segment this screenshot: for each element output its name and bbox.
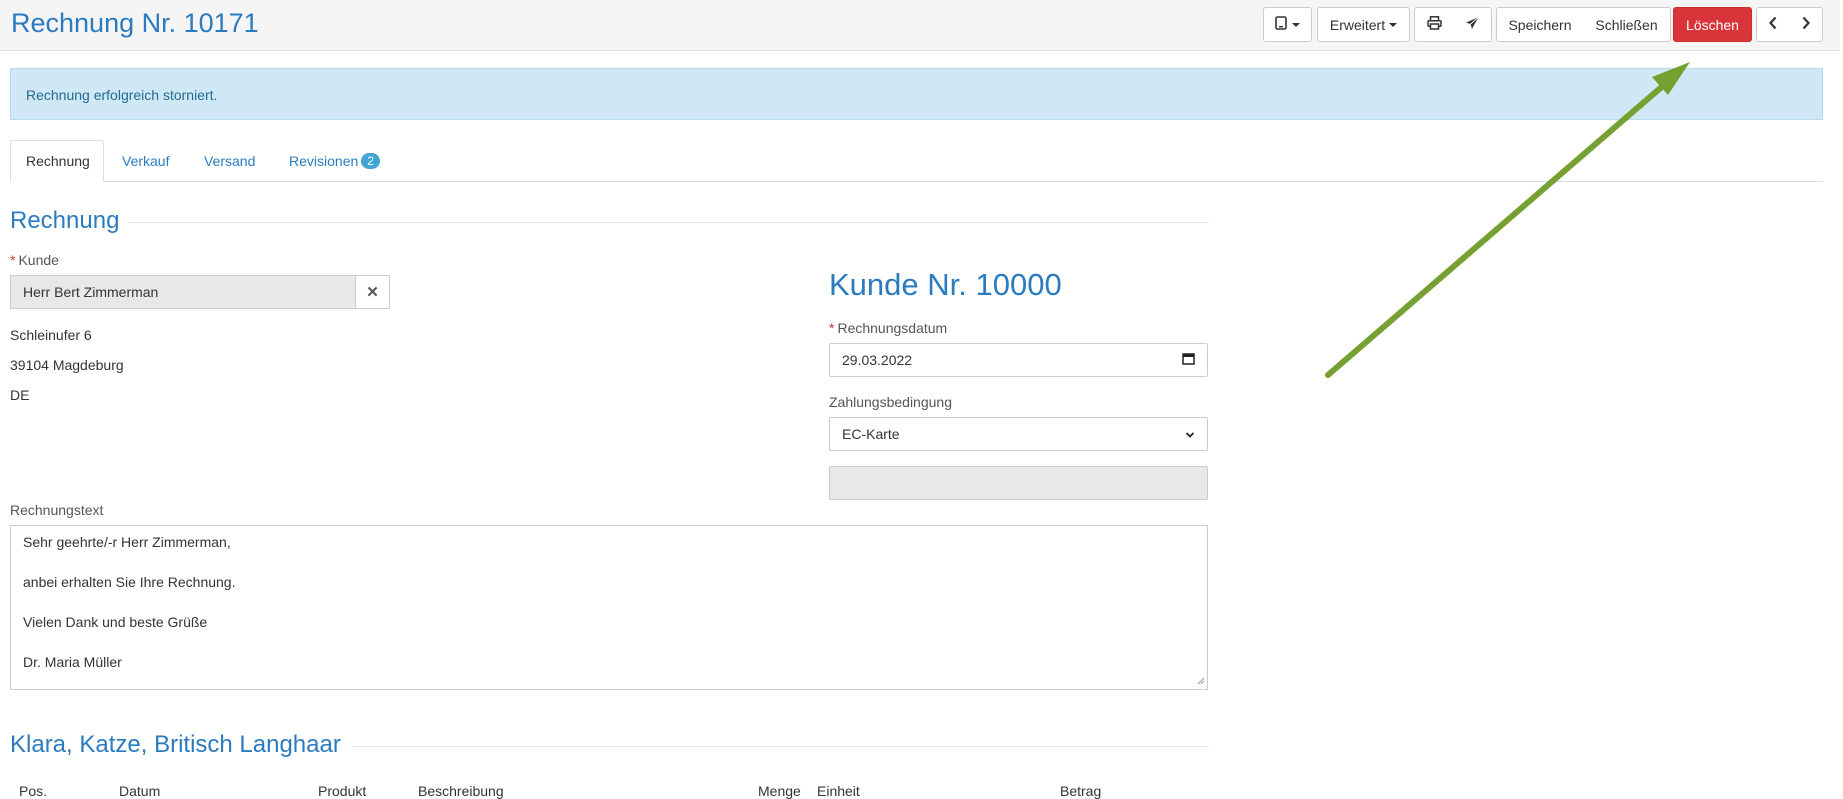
annotation-arrow (1325, 62, 1690, 378)
